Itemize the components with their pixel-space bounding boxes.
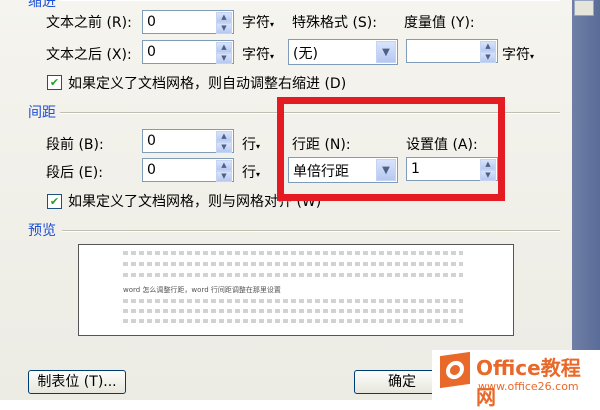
- window-edge: [572, 0, 600, 400]
- spin-up-icon[interactable]: ▲: [480, 41, 496, 52]
- spin-up-icon[interactable]: ▲: [216, 131, 232, 142]
- office-logo: Office教程网 www.office26.com: [432, 350, 600, 409]
- measure-unit-dropdown[interactable]: 字符▾: [502, 44, 534, 64]
- indent-section-label: 缩进: [28, 0, 56, 10]
- preview-section-label: 预览: [28, 223, 56, 239]
- spacing-section-label: 间距: [28, 105, 56, 121]
- preview-next-paragraph-line: [123, 309, 463, 313]
- spin-down-icon[interactable]: ▼: [216, 53, 232, 64]
- measure-label: 度量值 (Y):: [404, 15, 475, 31]
- special-format-label: 特殊格式 (S):: [292, 15, 377, 31]
- indent-divider: [60, 0, 560, 1]
- space-before-value: 0: [147, 133, 156, 149]
- after-text-unit-dropdown[interactable]: 字符▾: [242, 44, 274, 64]
- preview-divider: [62, 230, 560, 232]
- preview-next-paragraph-line: [123, 299, 463, 303]
- spin-up-icon[interactable]: ▲: [216, 42, 232, 53]
- unit-dropdown-icon: ▾: [256, 170, 261, 179]
- grid-align-checkbox[interactable]: ✔: [47, 194, 62, 209]
- measure-spinner[interactable]: ▲ ▼: [406, 39, 498, 63]
- preview-prev-paragraph-line: [123, 262, 463, 266]
- unit-dropdown-icon: ▾: [256, 142, 261, 151]
- after-text-spinner[interactable]: 0 ▲ ▼: [142, 40, 234, 64]
- auto-adjust-checkbox[interactable]: ✔: [47, 75, 62, 90]
- highlight-box: [277, 97, 505, 201]
- unit-dropdown-icon: ▾: [530, 52, 535, 61]
- auto-adjust-label: 如果定义了文档网格，则自动调整右缩进 (D): [68, 76, 347, 92]
- paragraph-dialog: 缩进 文本之前 (R): 0 ▲ ▼ 字符▾ 特殊格式 (S): 度量值 (Y):…: [0, 0, 572, 400]
- special-format-select[interactable]: (无) ▼: [288, 39, 398, 65]
- after-text-value: 0: [147, 44, 156, 60]
- space-after-spinner[interactable]: 0 ▲ ▼: [142, 158, 234, 182]
- spin-down-icon[interactable]: ▼: [216, 23, 232, 34]
- spin-down-icon[interactable]: ▼: [216, 171, 232, 182]
- special-format-value: (无): [293, 46, 318, 62]
- preview-next-paragraph-line: [123, 319, 463, 323]
- space-before-unit-dropdown[interactable]: 行▾: [242, 134, 260, 154]
- logo-url: www.office26.com: [478, 380, 579, 393]
- window-frame-corner: [574, 0, 594, 16]
- before-text-spinner[interactable]: 0 ▲ ▼: [142, 10, 234, 34]
- space-before-spinner[interactable]: 0 ▲ ▼: [142, 129, 234, 153]
- chevron-down-icon[interactable]: ▼: [376, 41, 396, 63]
- spin-down-icon[interactable]: ▼: [480, 52, 496, 63]
- preview-sample-text: word 怎么调整行距，word 行间距调整在那里设置: [123, 286, 281, 294]
- after-text-label: 文本之后 (X):: [46, 47, 132, 63]
- space-after-value: 0: [147, 162, 156, 178]
- before-text-value: 0: [147, 14, 156, 30]
- before-text-unit-dropdown[interactable]: 字符▾: [242, 12, 274, 32]
- space-after-unit-dropdown[interactable]: 行▾: [242, 162, 260, 182]
- preview-panel: word 怎么调整行距，word 行间距调整在那里设置: [78, 244, 514, 336]
- unit-dropdown-icon: ▾: [270, 52, 275, 61]
- unit-dropdown-icon: ▾: [270, 20, 275, 29]
- tabs-button[interactable]: 制表位 (T)...: [28, 370, 126, 394]
- office-logo-icon: [440, 351, 470, 389]
- preview-prev-paragraph-line: [123, 273, 463, 277]
- before-text-label: 文本之前 (R):: [46, 15, 132, 31]
- spin-up-icon[interactable]: ▲: [216, 12, 232, 23]
- spin-up-icon[interactable]: ▲: [216, 160, 232, 171]
- spin-down-icon[interactable]: ▼: [216, 142, 232, 153]
- space-after-label: 段后 (E):: [46, 165, 103, 181]
- preview-prev-paragraph-line: [123, 251, 463, 255]
- space-before-label: 段前 (B):: [46, 137, 104, 153]
